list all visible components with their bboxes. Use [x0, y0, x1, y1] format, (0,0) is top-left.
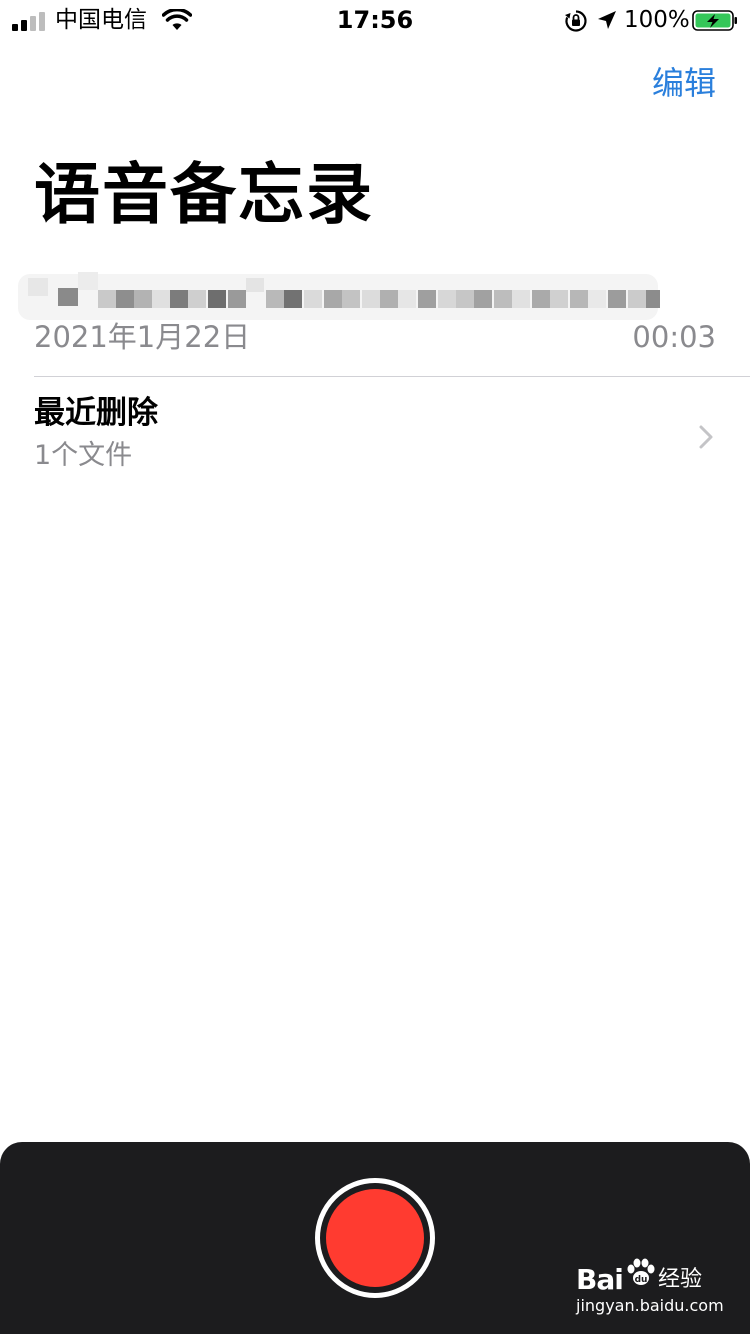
location-icon	[598, 11, 616, 29]
edit-button[interactable]: 编辑	[652, 64, 716, 102]
record-button[interactable]	[315, 1178, 435, 1298]
record-icon	[326, 1189, 424, 1287]
recently-deleted-count: 1个文件	[34, 440, 133, 471]
orientation-lock-icon	[565, 10, 587, 32]
svg-text:du: du	[635, 1275, 648, 1285]
recently-deleted-label: 最近删除	[34, 395, 158, 431]
paw-icon: du	[627, 1258, 655, 1285]
recently-deleted-row[interactable]: 最近删除 1个文件	[0, 378, 750, 482]
watermark-brand: Bai	[576, 1263, 624, 1296]
baidu-jingyan-watermark: Bai du 经验 jingyan.baidu.com	[560, 1256, 730, 1320]
recording-duration: 00:03	[632, 320, 716, 354]
watermark-product: 经验	[658, 1267, 703, 1292]
battery-percent: 100%	[624, 7, 690, 33]
privacy-mosaic	[18, 272, 660, 320]
status-bar: 中国电信 17:56 100%	[0, 0, 750, 40]
list-divider	[34, 376, 750, 377]
chevron-right-icon	[699, 425, 713, 449]
recording-list-item[interactable]: 2021年1月22日 00:03	[0, 260, 750, 376]
battery-charging-icon	[692, 10, 737, 31]
page-title: 语音备忘录	[34, 156, 374, 233]
recording-date: 2021年1月22日	[34, 320, 251, 354]
recording-title-obscured	[18, 268, 668, 320]
watermark-url: jingyan.baidu.com	[576, 1296, 724, 1315]
